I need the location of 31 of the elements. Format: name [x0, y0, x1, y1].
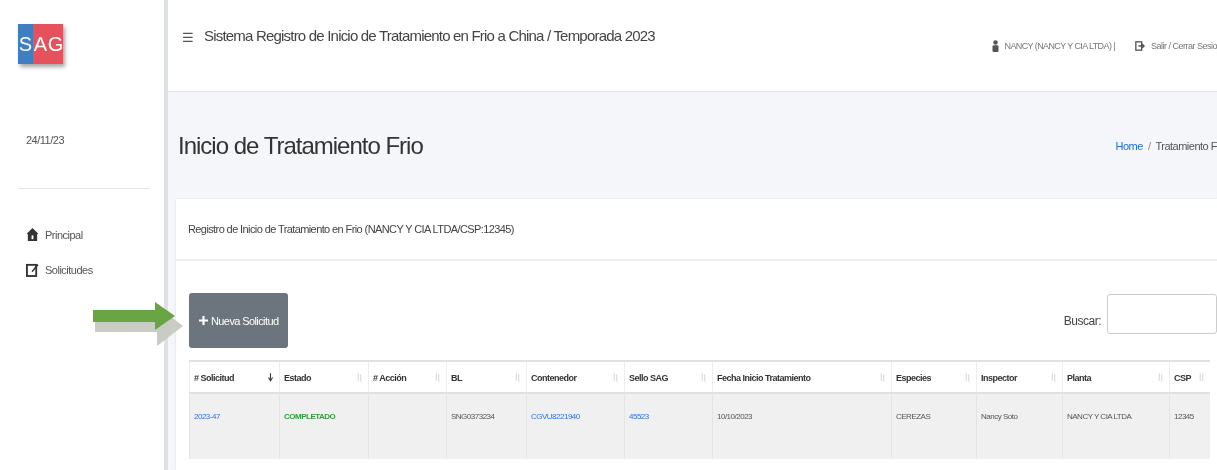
user-icon — [991, 40, 999, 52]
card-title: Registro de Inicio de Tratamiento en Frio (NANCY Y CIA LTDA/CSP:12345) — [188, 223, 514, 235]
home-icon — [26, 227, 39, 242]
plus-icon — [199, 316, 208, 325]
page-title: Inicio de Tratamiento Frio — [178, 131, 424, 160]
search-label: Buscar: — [1063, 313, 1101, 328]
sidebar-item[interactable]: Principal — [26, 227, 164, 242]
logout-link[interactable]: Salir / Cerrar Sesio — [1150, 41, 1217, 51]
user-label: NANCY (NANCY Y CIA LTDA) | — [1004, 41, 1115, 51]
app-title: Sistema Registro de Inicio de Tratamiento en Frio a China / Temporada 2023 — [204, 27, 655, 44]
breadcrumb-link[interactable]: Home — [1115, 139, 1143, 152]
table-link[interactable]: 45523 — [624, 393, 713, 459]
table-cell: NANCY Y CIA LTDA — [1062, 393, 1170, 459]
logo: SAG — [18, 24, 63, 64]
table-cell: Nancy Soto — [976, 393, 1063, 459]
date-label: 24/11/23 — [26, 134, 64, 146]
table-cell: 10/10/2023 — [712, 393, 892, 459]
new-request-button[interactable]: Nueva Solicitud — [189, 293, 289, 348]
sidebar-item[interactable]: Solicitudes — [26, 262, 164, 277]
table-cell: 12345 — [1169, 393, 1210, 459]
search-field[interactable] — [1107, 293, 1217, 334]
logout-icon — [1134, 41, 1145, 51]
table-link[interactable]: CGVU8221940 — [526, 393, 625, 459]
table-cell: CEREZAS — [891, 393, 977, 459]
breadcrumb-separator: / — [1147, 139, 1151, 152]
table-cell: SNG0373234 — [446, 393, 527, 459]
breadcrumb-item: Tratamiento F — [1155, 139, 1217, 152]
edit-icon — [26, 262, 39, 277]
status-label: COMPLETADO — [279, 393, 369, 459]
table-link[interactable]: 2023-47 — [189, 393, 280, 459]
menu-icon[interactable]: ☰ — [182, 30, 194, 45]
